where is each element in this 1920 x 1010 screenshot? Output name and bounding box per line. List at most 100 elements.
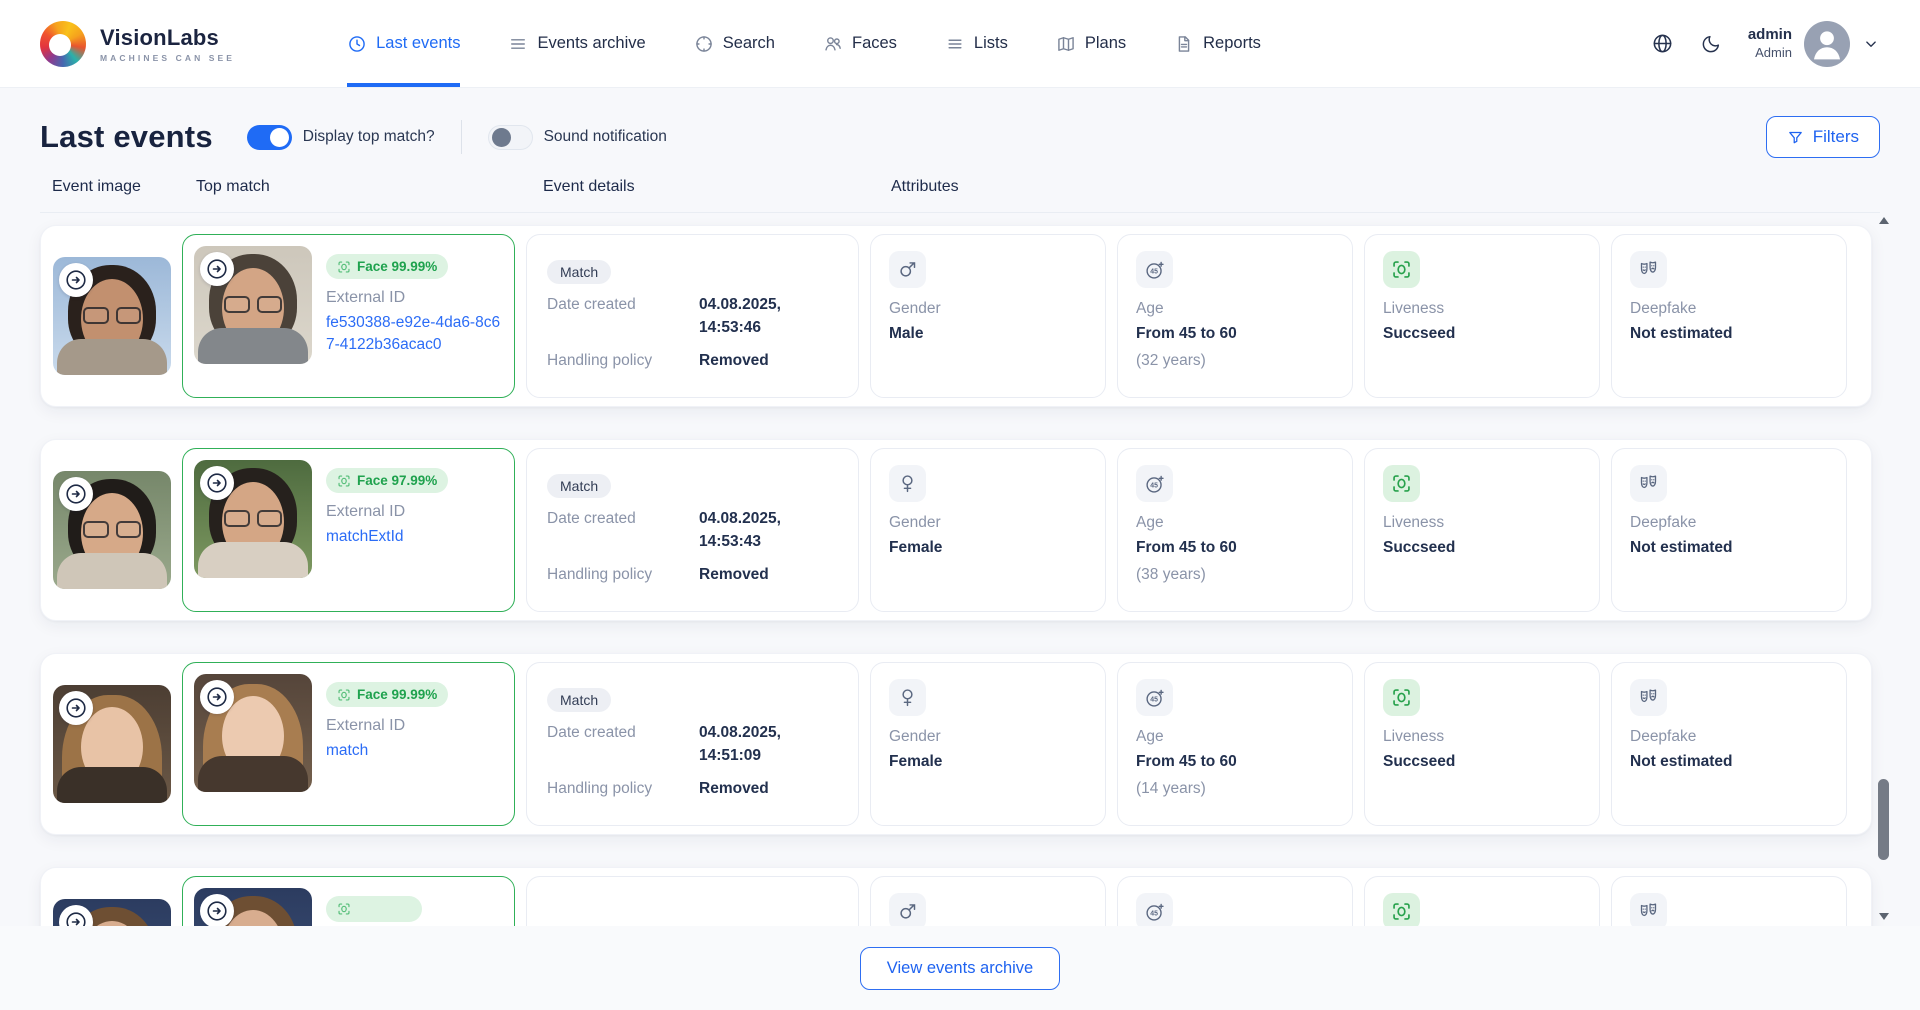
deepfake-label: Deepfake [1630, 728, 1828, 746]
vertical-scrollbar [1876, 217, 1892, 920]
open-event-arrow-icon[interactable] [59, 263, 93, 297]
age-exact-value: (38 years) [1136, 566, 1334, 584]
face-scan-icon [337, 902, 351, 916]
gender-card: Gender Male [870, 234, 1106, 398]
header-right-cluster: admin Admin [1651, 0, 1880, 87]
face-scan-icon [337, 688, 351, 702]
locate-search-icon [694, 34, 714, 54]
nav-tab-reports[interactable]: Reports [1174, 0, 1261, 87]
view-events-archive-button[interactable]: View events archive [860, 947, 1060, 990]
svg-text:45: 45 [1150, 482, 1158, 489]
visionlabs-logo-icon [40, 21, 86, 67]
age-45-icon: 45 [1136, 679, 1173, 716]
open-match-arrow-icon[interactable] [200, 894, 234, 926]
event-image[interactable] [53, 257, 171, 375]
nav-tab-last-events[interactable]: Last events [347, 0, 460, 87]
nav-tab-label: Events archive [537, 34, 645, 53]
age-label: Age [1136, 514, 1334, 532]
nav-tab-plans[interactable]: Plans [1056, 0, 1126, 87]
page-title: Last events [40, 119, 213, 155]
scrollbar-thumb[interactable] [1878, 779, 1889, 860]
chevron-down-icon[interactable] [1862, 35, 1880, 53]
match-image[interactable] [194, 674, 312, 792]
svg-text:45: 45 [1150, 910, 1158, 917]
liveness-scan-icon [1383, 251, 1420, 288]
liveness-value: Succseed [1383, 539, 1581, 557]
event-type-badge: Match [547, 260, 611, 284]
scroll-down-arrow[interactable] [1879, 913, 1889, 920]
match-image[interactable] [194, 460, 312, 578]
sound-notification-toggle[interactable] [488, 125, 533, 150]
male-icon [889, 893, 926, 926]
event-type-badge: Match [547, 474, 611, 498]
age-card: 45 Age From 45 to 60 (32 years) [1117, 234, 1353, 398]
nav-tab-search[interactable]: Search [694, 0, 775, 87]
event-image[interactable] [53, 685, 171, 803]
similarity-badge: Face 99.99% [326, 254, 448, 279]
brand-name: VisionLabs [100, 25, 235, 51]
avatar[interactable] [1804, 21, 1850, 67]
top-match-card: Face 97.99% External ID matchExtId [182, 448, 515, 612]
dark-mode-moon-icon[interactable] [1700, 33, 1722, 55]
gender-label: Gender [889, 514, 1087, 532]
event-row: Face 99.99% External ID fe530388-e92e-4d… [40, 225, 1872, 407]
liveness-label: Liveness [1383, 514, 1581, 532]
nav-tab-faces[interactable]: Faces [823, 0, 897, 87]
deepfake-label: Deepfake [1630, 514, 1828, 532]
open-match-arrow-icon[interactable] [200, 252, 234, 286]
handling-policy-value: Removed [699, 349, 769, 372]
masks-icon [1630, 251, 1667, 288]
external-id-link[interactable]: matchExtId [326, 526, 448, 548]
user-menu[interactable]: admin Admin [1748, 21, 1880, 67]
open-event-arrow-icon[interactable] [59, 477, 93, 511]
column-event-image: Event image [52, 178, 196, 196]
age-45-icon: 45 [1136, 251, 1173, 288]
external-id-link[interactable]: fe530388-e92e-4da6-8c67-4122b36acac0 [326, 312, 503, 357]
document-icon [1174, 34, 1194, 54]
svg-text:45: 45 [1150, 696, 1158, 703]
event-image[interactable] [53, 899, 171, 926]
open-match-arrow-icon[interactable] [200, 680, 234, 714]
deepfake-card: Deepfake Not estimated [1611, 448, 1847, 612]
match-image[interactable] [194, 246, 312, 364]
date-created-value: 04.08.2025, 14:53:43 [699, 507, 838, 554]
page-title-bar: Last events Display top match? Sound not… [0, 88, 1920, 178]
filters-button[interactable]: Filters [1766, 116, 1880, 158]
open-event-arrow-icon[interactable] [59, 691, 93, 725]
external-id-link[interactable]: match [326, 740, 448, 762]
external-id-label: External ID [326, 289, 503, 307]
event-details-card: Match Date created04.08.2025, 14:53:43 H… [526, 448, 859, 612]
event-row: 45 [40, 867, 1872, 926]
language-globe-icon[interactable] [1651, 32, 1674, 55]
similarity-badge [326, 896, 422, 922]
masks-icon [1630, 465, 1667, 502]
divider [461, 120, 462, 154]
age-exact-value: (14 years) [1136, 780, 1334, 798]
rows-icon [945, 34, 965, 54]
open-match-arrow-icon[interactable] [200, 466, 234, 500]
nav-tab-events-archive[interactable]: Events archive [508, 0, 645, 87]
column-attributes: Attributes [891, 178, 1880, 196]
liveness-label: Liveness [1383, 300, 1581, 318]
age-label: Age [1136, 728, 1334, 746]
handling-policy-value: Removed [699, 777, 769, 800]
nav-tab-lists[interactable]: Lists [945, 0, 1008, 87]
event-image[interactable] [53, 471, 171, 589]
gender-card: Gender Female [870, 448, 1106, 612]
events-list: Face 99.99% External ID fe530388-e92e-4d… [0, 213, 1920, 926]
main-nav: Last events Events archive Search Faces … [347, 0, 1261, 87]
deepfake-card: Deepfake Not estimated [1611, 662, 1847, 826]
match-image[interactable] [194, 888, 312, 926]
age-card: 45 Age From 45 to 60 (14 years) [1117, 662, 1353, 826]
scroll-up-arrow[interactable] [1879, 217, 1889, 224]
open-event-arrow-icon[interactable] [59, 905, 93, 926]
nav-tab-label: Reports [1203, 34, 1261, 53]
age-45-icon: 45 [1136, 893, 1173, 926]
footer-bar: View events archive [0, 926, 1920, 1010]
gender-value: Male [889, 325, 1087, 343]
age-range-value: From 45 to 60 [1136, 325, 1334, 343]
brand-logo[interactable]: VisionLabs MACHINES CAN SEE [40, 0, 235, 87]
display-top-match-toggle[interactable] [247, 125, 292, 150]
handling-policy-value: Removed [699, 563, 769, 586]
date-created-label: Date created [547, 293, 699, 340]
